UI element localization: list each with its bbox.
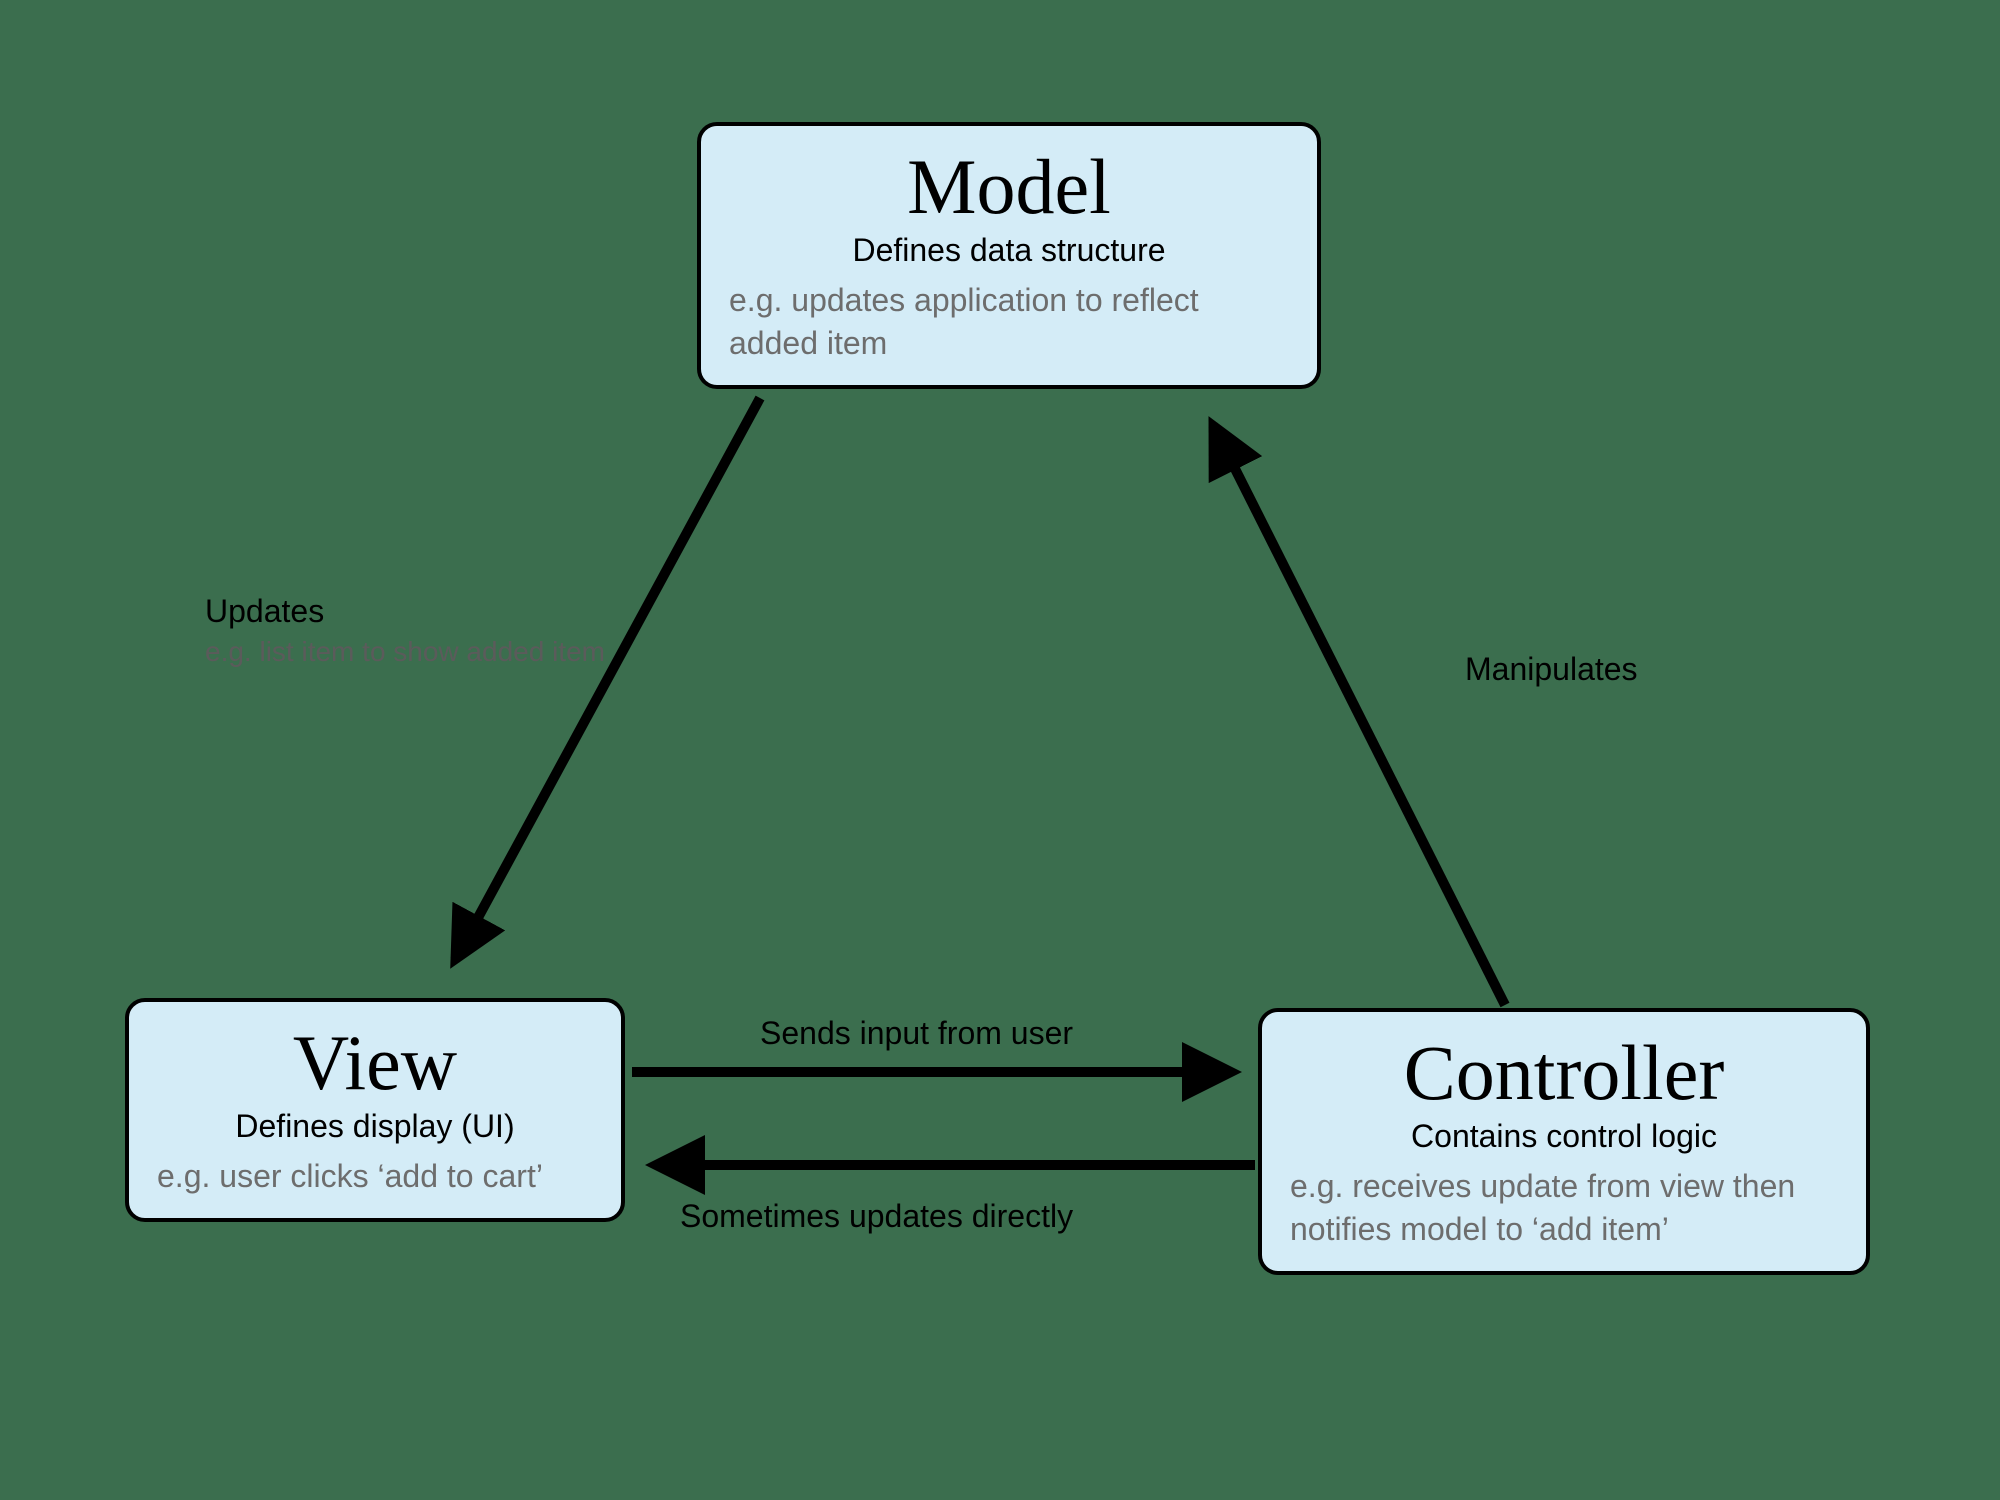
label-manipulates: Manipulates	[1465, 648, 1638, 691]
controller-example: e.g. receives update from view then noti…	[1290, 1165, 1838, 1251]
view-subtitle: Defines display (UI)	[157, 1108, 593, 1145]
label-updates-sub: e.g. list item to show added item	[205, 633, 625, 671]
label-sends-input: Sends input from user	[760, 1012, 1073, 1055]
view-title: View	[157, 1022, 593, 1104]
label-updates-text: Updates	[205, 593, 324, 629]
label-manipulates-text: Manipulates	[1465, 651, 1638, 687]
label-sends-input-text: Sends input from user	[760, 1015, 1073, 1051]
model-title: Model	[729, 146, 1289, 228]
arrow-model-to-view	[455, 398, 760, 960]
view-example: e.g. user clicks ‘add to cart’	[157, 1155, 593, 1198]
arrow-controller-to-model	[1213, 425, 1505, 1005]
label-sometimes-updates: Sometimes updates directly	[680, 1195, 1073, 1238]
model-example: e.g. updates application to reflect adde…	[729, 279, 1289, 365]
controller-node: Controller Contains control logic e.g. r…	[1258, 1008, 1870, 1275]
model-node: Model Defines data structure e.g. update…	[697, 122, 1321, 389]
label-updates: Updates e.g. list item to show added ite…	[205, 590, 625, 671]
view-node: View Defines display (UI) e.g. user clic…	[125, 998, 625, 1222]
controller-title: Controller	[1290, 1032, 1838, 1114]
model-subtitle: Defines data structure	[729, 232, 1289, 269]
label-sometimes-updates-text: Sometimes updates directly	[680, 1198, 1073, 1234]
controller-subtitle: Contains control logic	[1290, 1118, 1838, 1155]
